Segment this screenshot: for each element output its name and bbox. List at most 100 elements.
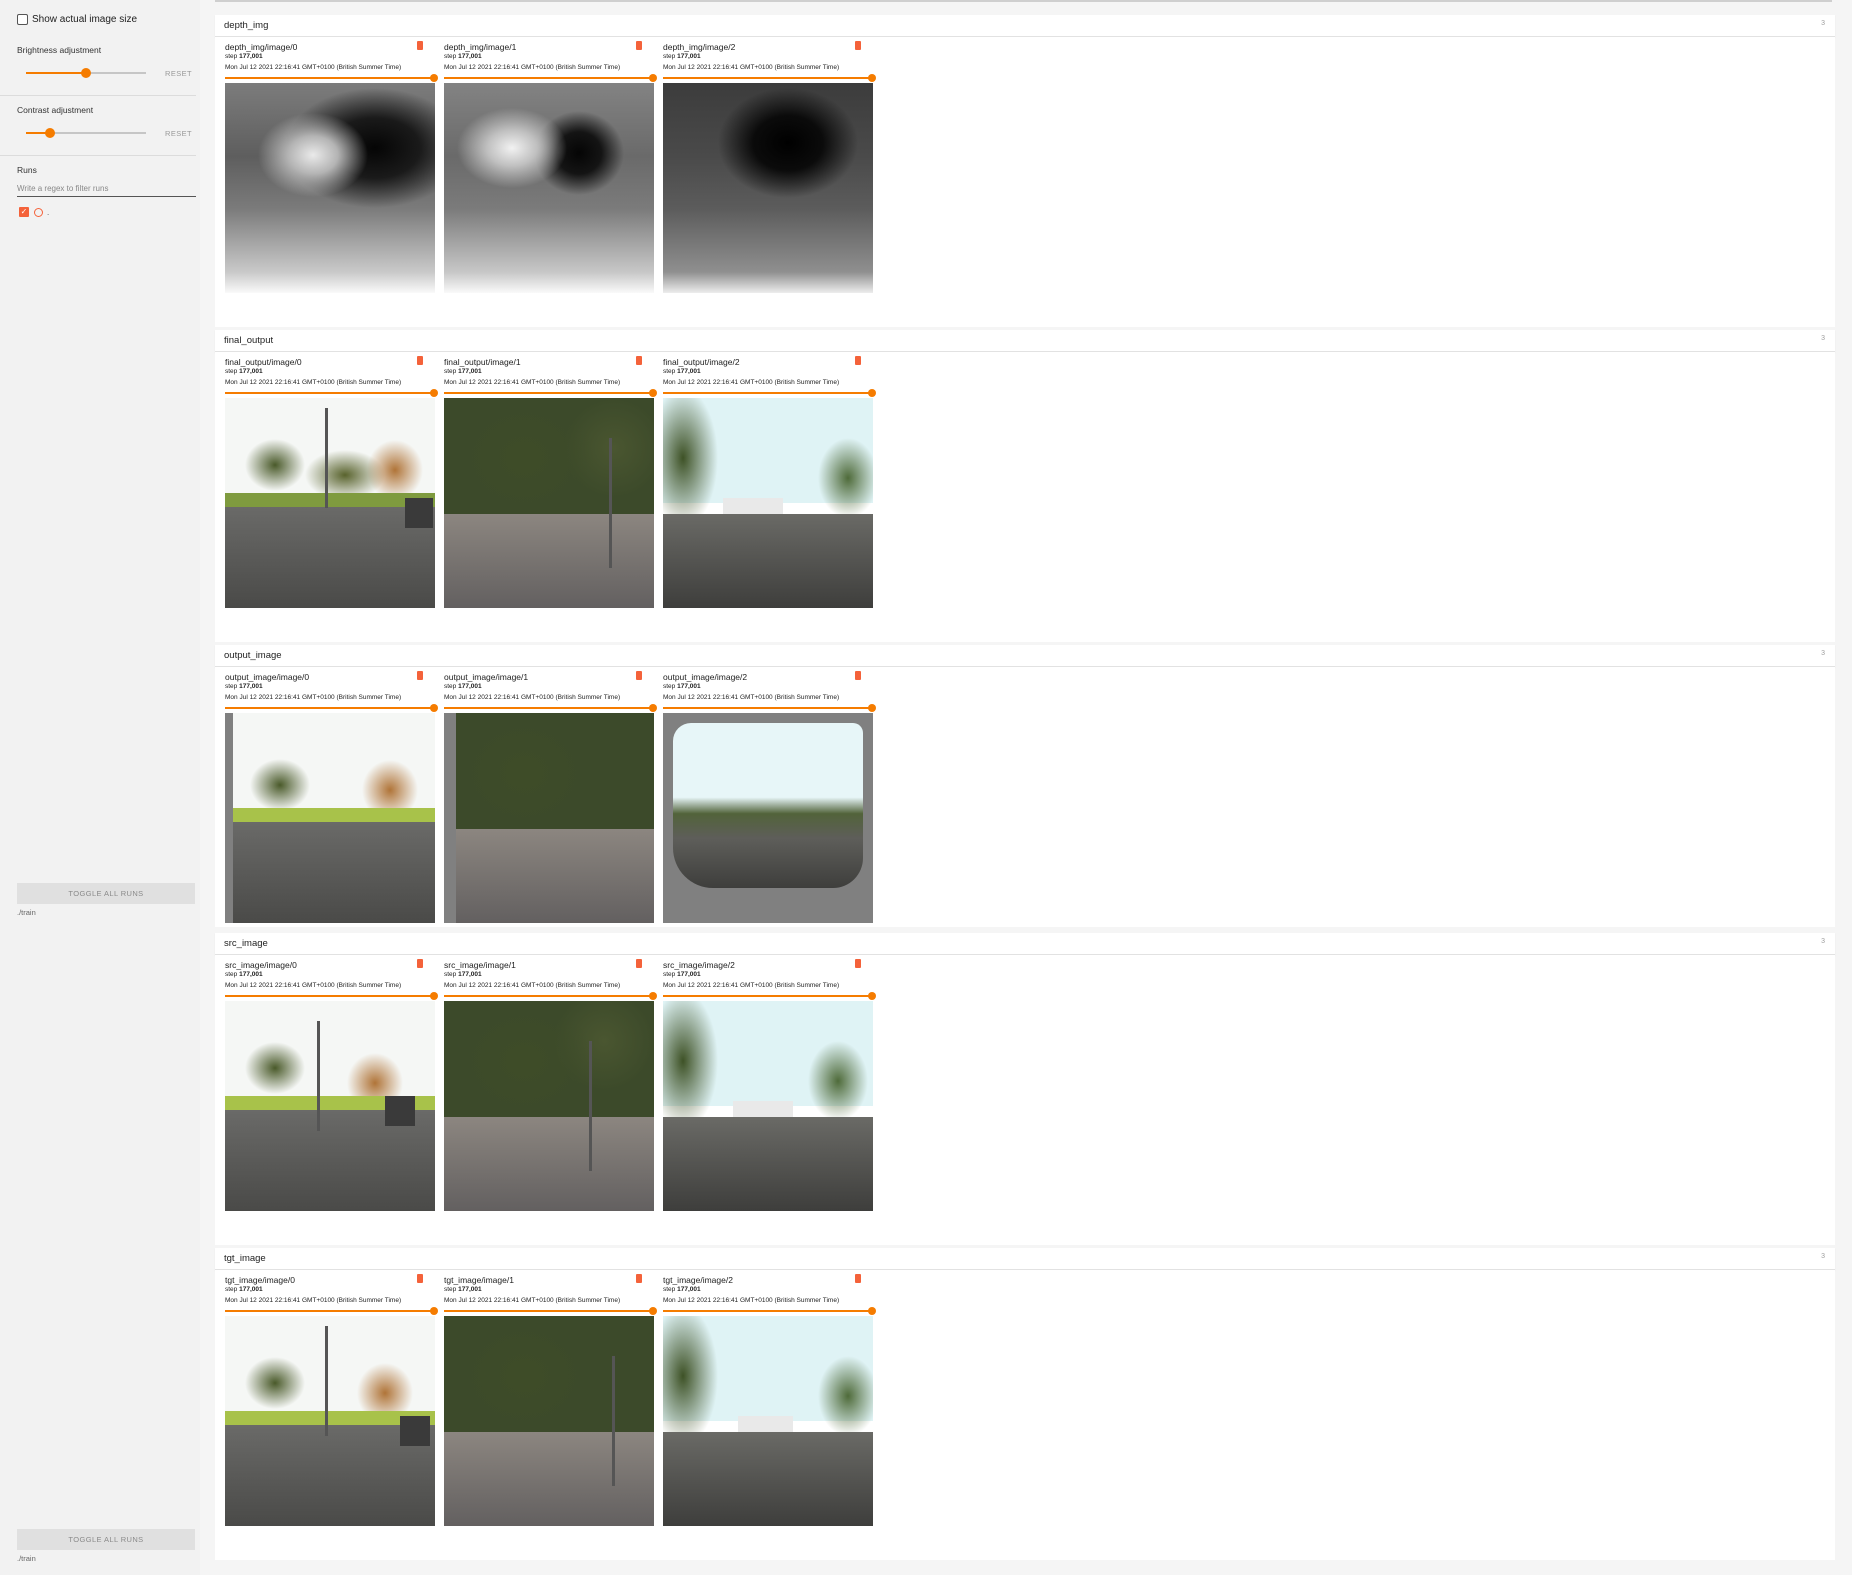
section-count: 3 [1821,938,1825,945]
toggle-all-runs-button[interactable]: TOGGLE ALL RUNS [17,883,195,904]
section-title: final_output [224,335,274,346]
card-title: depth_img/image/0 [225,42,298,52]
card-title: output_image/image/0 [225,672,310,682]
card-step: step 177,001 [444,368,482,375]
card-step: step 177,001 [444,1286,482,1293]
step-slider[interactable] [663,992,876,1000]
step-slider[interactable] [225,992,438,1000]
street-image [444,398,654,608]
step-slider[interactable] [663,1307,876,1315]
step-slider[interactable] [225,74,438,82]
card-date: Mon Jul 12 2021 22:16:41 GMT+0100 (Briti… [663,64,840,71]
toggle-all-runs-button[interactable]: TOGGLE ALL RUNS [17,1529,195,1550]
section-count: 3 [1821,335,1825,342]
sidebar-divider [0,95,196,96]
step-slider[interactable] [225,704,438,712]
step-slider[interactable] [663,389,876,397]
step-slider[interactable] [663,704,876,712]
step-slider[interactable] [444,74,657,82]
section-header-final-output[interactable]: final_output 3 [215,330,1835,352]
card-date: Mon Jul 12 2021 22:16:41 GMT+0100 (Briti… [225,982,402,989]
brightness-slider-knob[interactable] [81,68,91,78]
sidebar: Show actual image size Brightness adjust… [0,0,200,1575]
contrast-label: Contrast adjustment [17,105,94,115]
card-date: Mon Jul 12 2021 22:16:41 GMT+0100 (Briti… [225,1297,402,1304]
step-slider[interactable] [225,1307,438,1315]
run-flag-icon [636,356,642,365]
warped-image [444,713,654,923]
contrast-slider-knob[interactable] [45,128,55,138]
step-slider[interactable] [663,74,876,82]
warped-image [225,713,435,923]
section-title: tgt_image [224,1253,266,1264]
train-path: ./train [17,908,36,917]
run-item[interactable]: ✓ . [19,207,49,217]
run-flag-icon [636,1274,642,1283]
step-slider[interactable] [444,389,657,397]
card-title: src_image/image/1 [444,960,516,970]
train-path: ./train [17,1554,36,1563]
section-count: 3 [1821,650,1825,657]
depth-image [225,83,435,293]
card-date: Mon Jul 12 2021 22:16:41 GMT+0100 (Briti… [663,1297,840,1304]
contrast-slider[interactable] [26,128,146,138]
card-date: Mon Jul 12 2021 22:16:41 GMT+0100 (Briti… [663,982,840,989]
section-header-src-image[interactable]: src_image 3 [215,933,1835,955]
run-flag-icon [417,41,423,50]
section-header-depth-img[interactable]: depth_img 3 [215,15,1835,37]
brightness-slider[interactable] [26,68,146,78]
card-step: step 177,001 [663,971,701,978]
source-image [225,1001,435,1211]
show-actual-size-label: Show actual image size [32,14,138,25]
card-title: tgt_image/image/2 [663,1275,733,1285]
card-title: src_image/image/2 [663,960,735,970]
card-date: Mon Jul 12 2021 22:16:41 GMT+0100 (Briti… [663,694,840,701]
card-date: Mon Jul 12 2021 22:16:41 GMT+0100 (Briti… [225,379,402,386]
card-step: step 177,001 [225,1286,263,1293]
section-body-src-image: src_image/image/0 step 177,001 Mon Jul 1… [215,955,1835,1245]
run-flag-icon [855,959,861,968]
show-actual-size-checkbox[interactable] [17,14,28,25]
card-date: Mon Jul 12 2021 22:16:41 GMT+0100 (Briti… [663,379,840,386]
step-slider[interactable] [444,704,657,712]
section-body-tgt-image: tgt_image/image/0 step 177,001 Mon Jul 1… [215,1270,1835,1560]
warped-image [663,713,873,923]
sidebar-divider [0,155,196,156]
card-date: Mon Jul 12 2021 22:16:41 GMT+0100 (Briti… [444,694,621,701]
card-date: Mon Jul 12 2021 22:16:41 GMT+0100 (Briti… [444,379,621,386]
run-color-icon[interactable] [34,207,43,217]
contrast-reset-button[interactable]: RESET [165,129,192,138]
card-date: Mon Jul 12 2021 22:16:41 GMT+0100 (Briti… [444,982,621,989]
card-date: Mon Jul 12 2021 22:16:41 GMT+0100 (Briti… [225,64,402,71]
section-header-output-image[interactable]: output_image 3 [215,645,1835,667]
section-count: 3 [1821,1253,1825,1260]
step-slider[interactable] [444,1307,657,1315]
run-flag-icon [855,1274,861,1283]
card-step: step 177,001 [444,971,482,978]
section-title: output_image [224,650,282,661]
brightness-reset-button[interactable]: RESET [165,69,192,78]
runs-filter-input[interactable]: Write a regex to filter runs [17,184,196,197]
runs-label: Runs [17,165,37,175]
card-step: step 177,001 [663,1286,701,1293]
run-flag-icon [417,959,423,968]
card-title: depth_img/image/1 [444,42,517,52]
card-title: src_image/image/0 [225,960,297,970]
card-title: final_output/image/1 [444,357,521,367]
depth-image [444,83,654,293]
section-body-output-image: output_image/image/0 step 177,001 Mon Ju… [215,667,1835,927]
step-slider[interactable] [444,992,657,1000]
show-actual-size-toggle[interactable]: Show actual image size [17,14,137,25]
run-flag-icon [855,671,861,680]
depth-image [663,83,873,293]
run-checkbox[interactable]: ✓ [19,207,29,217]
step-slider[interactable] [225,389,438,397]
street-image [225,398,435,608]
section-header-tgt-image[interactable]: tgt_image 3 [215,1248,1835,1270]
section-title: src_image [224,938,268,949]
card-step: step 177,001 [225,683,263,690]
run-flag-icon [636,671,642,680]
card-step: step 177,001 [225,53,263,60]
run-flag-icon [636,959,642,968]
card-date: Mon Jul 12 2021 22:16:41 GMT+0100 (Briti… [225,694,402,701]
